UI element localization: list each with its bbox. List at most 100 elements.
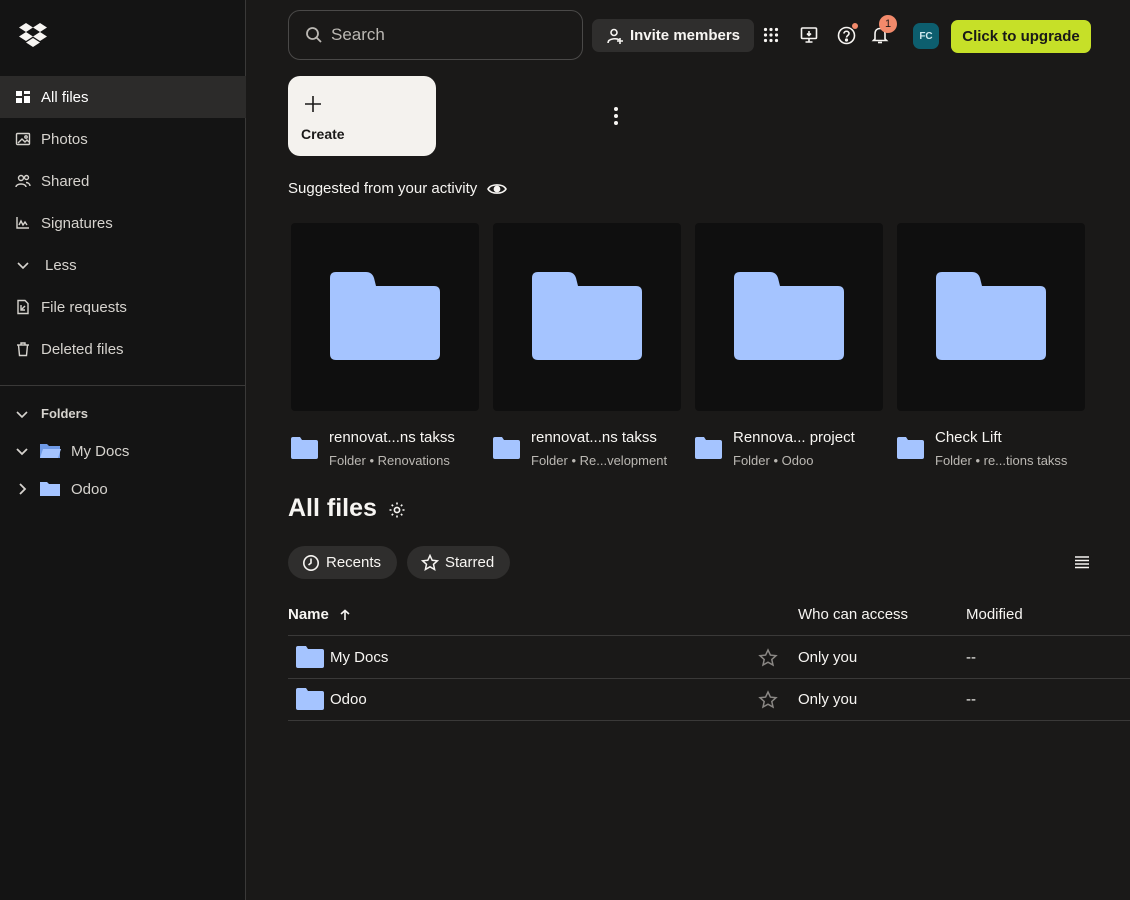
row-name[interactable]: Odoo xyxy=(330,691,367,708)
suggested-card[interactable]: Check Lift Folder • re...tions takss xyxy=(897,223,1085,468)
search-input[interactable] xyxy=(331,25,561,45)
desktop-app-icon[interactable] xyxy=(799,25,819,45)
chevron-down-icon xyxy=(15,257,31,273)
column-header-name[interactable]: Name xyxy=(288,606,351,623)
notification-count-badge: 1 xyxy=(879,15,897,33)
sort-ascending-icon xyxy=(340,608,350,620)
chevron-down-icon xyxy=(16,410,28,418)
trash-icon xyxy=(15,341,31,357)
sidebar-item-shared[interactable]: Shared xyxy=(0,160,246,202)
folders-heading[interactable]: Folders xyxy=(15,406,88,421)
chip-label: Recents xyxy=(326,554,382,571)
card-name[interactable]: rennovat...ns takss xyxy=(531,429,657,446)
folder-icon xyxy=(695,437,722,459)
suggested-heading: Suggested from your activity xyxy=(288,180,508,197)
tree-item-label: My Docs xyxy=(71,442,130,460)
table-header: Name Who can access Modified xyxy=(288,596,1130,636)
apps-grid-icon[interactable] xyxy=(761,25,781,45)
sidebar-item-label: Deleted files xyxy=(41,340,124,358)
card-thumbnail[interactable] xyxy=(493,223,681,411)
folder-icon xyxy=(40,482,60,496)
list-view-icon[interactable] xyxy=(1073,553,1091,571)
sidebar-item-label: All files xyxy=(41,88,89,106)
tree-item-my-docs[interactable]: My Docs xyxy=(15,439,129,463)
invite-members-label: Invite members xyxy=(629,27,741,44)
folder-icon xyxy=(897,437,924,459)
sidebar-nav: All files Photos Shared Signatures Less xyxy=(0,76,246,370)
sidebar-item-label: Photos xyxy=(41,130,88,148)
card-name[interactable]: Check Lift xyxy=(935,429,1002,446)
more-options-icon[interactable] xyxy=(606,104,626,128)
row-access: Only you xyxy=(798,649,858,666)
invite-members-button[interactable]: Invite members xyxy=(592,19,754,52)
card-subtitle: Folder • re...tions takss xyxy=(935,453,1068,468)
row-modified: -- xyxy=(966,649,976,666)
sidebar-item-deleted-files[interactable]: Deleted files xyxy=(0,328,246,370)
create-button[interactable]: Create xyxy=(288,76,436,156)
card-name[interactable]: Rennova... project xyxy=(733,429,855,446)
plus-icon xyxy=(304,91,322,117)
sidebar-item-signatures[interactable]: Signatures xyxy=(0,202,246,244)
dropbox-logo-icon[interactable] xyxy=(18,22,48,48)
card-meta: Check Lift Folder • re...tions takss xyxy=(897,429,1087,469)
chevron-right-icon[interactable] xyxy=(15,482,29,496)
tree-item-odoo[interactable]: Odoo xyxy=(15,477,108,501)
sidebar-item-file-requests[interactable]: File requests xyxy=(0,286,246,328)
column-header-access[interactable]: Who can access xyxy=(798,606,908,623)
card-name[interactable]: rennovat...ns takss xyxy=(329,429,455,446)
file-requests-icon xyxy=(15,299,31,315)
folder-icon xyxy=(296,646,324,668)
all-files-icon xyxy=(15,89,31,105)
card-meta: rennovat...ns takss Folder • Re...velopm… xyxy=(493,429,693,469)
column-header-modified[interactable]: Modified xyxy=(966,606,1023,623)
clock-icon xyxy=(303,554,319,571)
table-row[interactable]: Odoo Only you -- xyxy=(288,679,1130,721)
search-icon xyxy=(306,27,322,43)
help-notification-dot xyxy=(852,23,858,29)
row-access: Only you xyxy=(798,691,858,708)
folder-icon xyxy=(532,272,642,360)
page-title: All files xyxy=(288,494,377,522)
shared-icon xyxy=(15,173,31,189)
column-label: Name xyxy=(288,606,329,623)
photos-icon xyxy=(15,131,31,147)
star-icon[interactable] xyxy=(758,648,778,668)
folder-icon xyxy=(734,272,844,360)
card-subtitle: Folder • Renovations xyxy=(329,453,450,468)
search-box[interactable] xyxy=(288,10,583,60)
suggested-card[interactable]: rennovat...ns takss Folder • Renovations xyxy=(291,223,479,468)
add-user-icon xyxy=(607,28,623,44)
sidebar-item-label: Less xyxy=(45,256,77,274)
card-thumbnail[interactable] xyxy=(291,223,479,411)
sidebar-divider xyxy=(0,385,246,386)
folder-icon xyxy=(493,437,520,459)
suggested-card[interactable]: Rennova... project Folder • Odoo xyxy=(695,223,883,468)
upgrade-button[interactable]: Click to upgrade xyxy=(951,20,1091,53)
row-modified: -- xyxy=(966,691,976,708)
gear-icon[interactable] xyxy=(388,501,406,519)
suggested-card[interactable]: rennovat...ns takss Folder • Re...velopm… xyxy=(493,223,681,468)
avatar[interactable]: FC xyxy=(913,23,939,49)
card-thumbnail[interactable] xyxy=(897,223,1085,411)
chip-label: Starred xyxy=(445,554,495,571)
table-row[interactable]: My Docs Only you -- xyxy=(288,637,1130,679)
starred-filter-chip[interactable]: Starred xyxy=(407,546,511,579)
folder-icon xyxy=(330,272,440,360)
sidebar-item-photos[interactable]: Photos xyxy=(0,118,246,160)
folder-icon xyxy=(296,688,324,710)
card-subtitle: Folder • Odoo xyxy=(733,453,814,468)
folder-open-icon xyxy=(40,444,61,458)
folder-icon xyxy=(936,272,1046,360)
sidebar-item-less[interactable]: Less xyxy=(0,244,246,286)
sidebar-item-label: File requests xyxy=(41,298,127,316)
recents-filter-chip[interactable]: Recents xyxy=(288,546,398,579)
card-meta: Rennova... project Folder • Odoo xyxy=(695,429,895,469)
star-icon[interactable] xyxy=(758,690,778,710)
row-name[interactable]: My Docs xyxy=(330,649,388,666)
chevron-down-icon[interactable] xyxy=(15,444,29,458)
card-thumbnail[interactable] xyxy=(695,223,883,411)
sidebar-item-all-files[interactable]: All files xyxy=(0,76,246,118)
folder-icon xyxy=(291,437,318,459)
eye-icon[interactable] xyxy=(487,182,508,196)
star-icon xyxy=(421,553,439,571)
